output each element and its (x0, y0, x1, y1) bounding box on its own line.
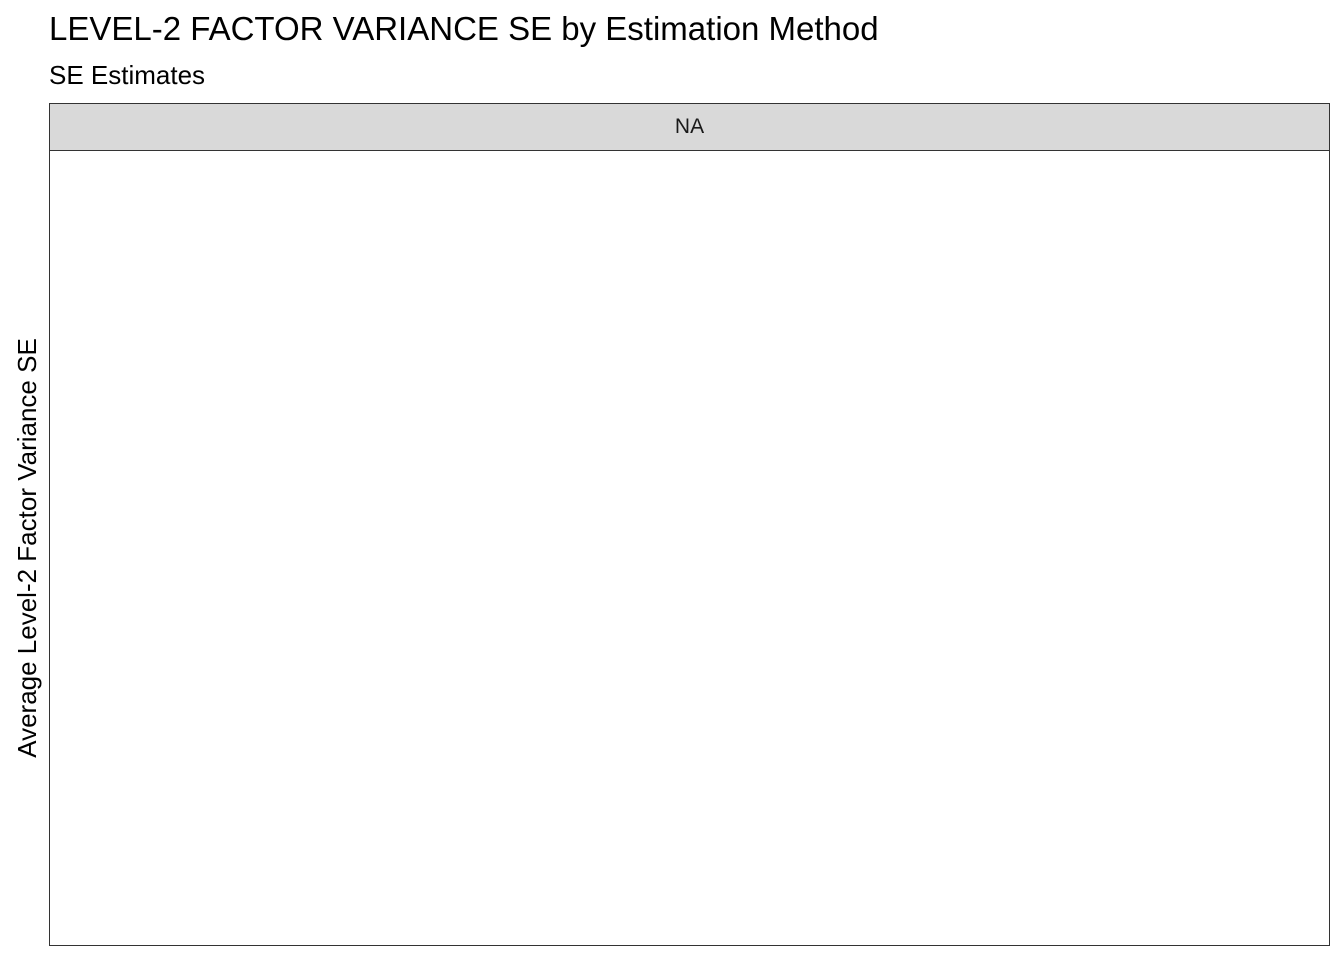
facet-strip: NA (49, 103, 1330, 151)
chart-title: LEVEL-2 FACTOR VARIANCE SE by Estimation… (49, 10, 879, 47)
y-axis-label: Average Level-2 Factor Variance SE (12, 338, 42, 758)
facet-label: NA (674, 115, 705, 138)
plot-panel (49, 150, 1330, 946)
chart-subtitle: SE Estimates (49, 60, 206, 90)
